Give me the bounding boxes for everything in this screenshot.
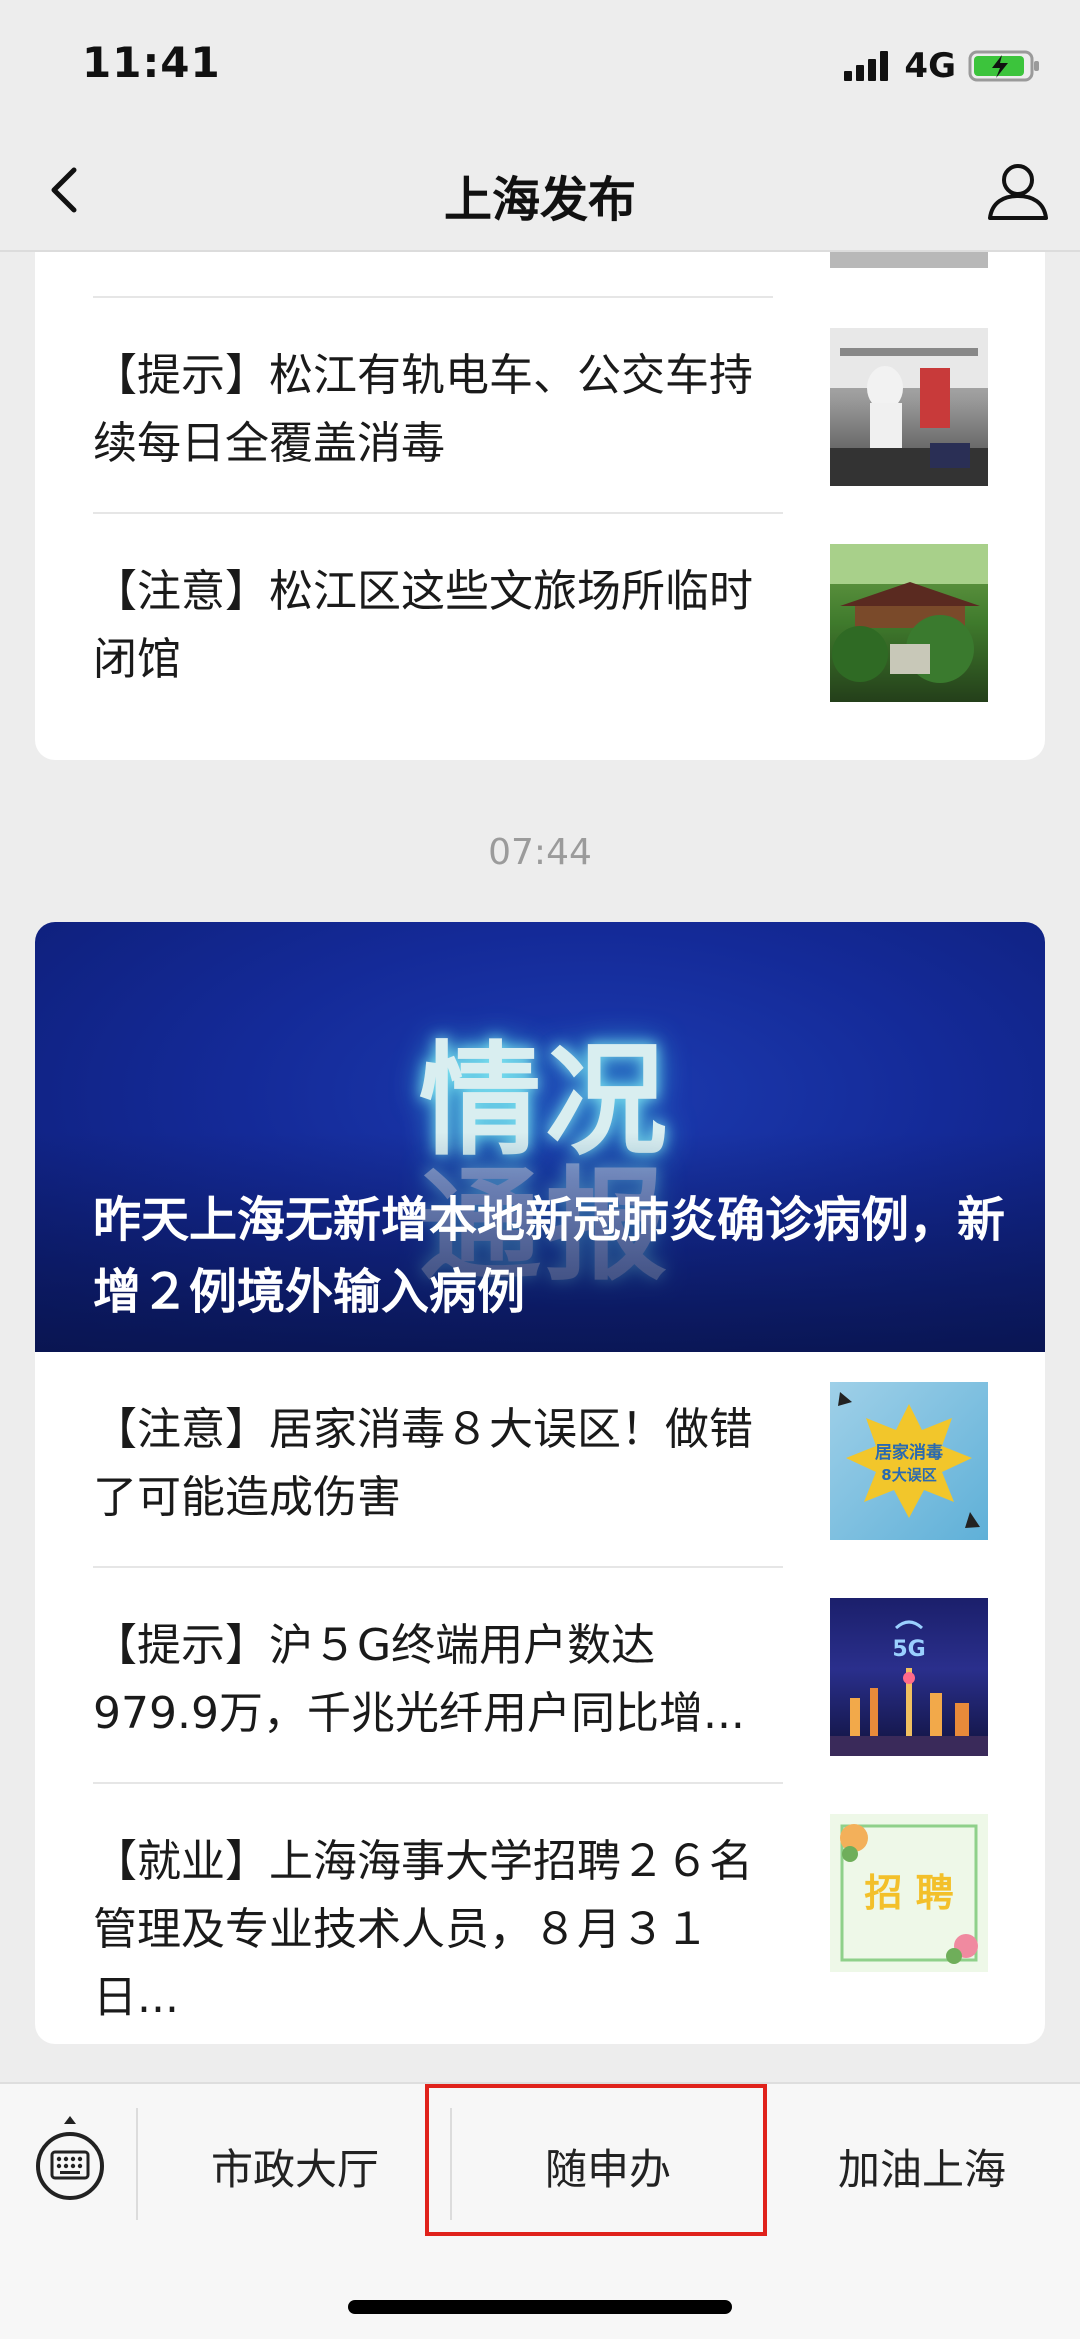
menu-item-municipal-hall[interactable]: 市政大厅	[140, 2136, 450, 2197]
article-card-previous: 【提示】松江有轨电车、公交车持续每日全覆盖消毒 【注意】松江区这些文旅场所临时闭…	[35, 200, 1045, 760]
nav-bar: 上海发布	[0, 130, 1080, 252]
svg-text:居家消毒: 居家消毒	[875, 1442, 943, 1463]
article-title: 【注意】居家消毒８大误区！做错了可能造成伤害	[93, 1404, 753, 1523]
status-time: 11:41	[82, 38, 221, 87]
status-indicators: 4G	[844, 44, 1040, 88]
svg-text:8大误区: 8大误区	[881, 1466, 936, 1484]
status-bar: 11:41 4G	[0, 0, 1080, 130]
page-title: 上海发布	[443, 172, 636, 228]
article-title: 【就业】上海海事大学招聘２６名管理及专业技术人员，８月３１日...	[93, 1836, 753, 2023]
keyboard-icon[interactable]	[32, 2114, 108, 2214]
article-item[interactable]: 【提示】松江有轨电车、公交车持续每日全覆盖消毒	[35, 298, 1045, 514]
article-item[interactable]: 【提示】沪５G终端用户数达979.9万，千兆光纤用户同比增... 5G	[35, 1568, 1045, 1784]
article-title: 【提示】沪５G终端用户数达979.9万，千兆光纤用户同比增...	[93, 1620, 745, 1739]
5g-cityscape-thumbnail: 5G	[830, 1598, 988, 1756]
divider	[136, 2108, 138, 2220]
recruit-graphic-thumbnail: 招 聘	[830, 1814, 988, 1972]
article-item[interactable]: 【注意】居家消毒８大误区！做错了可能造成伤害 居家消毒 8大误区	[35, 1352, 1045, 1568]
highlight-box	[425, 2084, 767, 2236]
article-item[interactable]: 【注意】松江区这些文旅场所临时闭馆	[35, 514, 1045, 730]
menu-item-jiayou-shanghai[interactable]: 加油上海	[766, 2136, 1078, 2197]
app-screen: 11:41 4G 上海发布 【提示】松江有轨电车、公交车持续每日全覆盖消毒 【注…	[0, 0, 1080, 2339]
svg-text:5G: 5G	[892, 1637, 925, 1662]
featured-title: 昨天上海无新增本地新冠肺炎确诊病例，新增２例境外输入病例	[93, 1192, 1006, 1320]
article-title: 【提示】松江有轨电车、公交车持续每日全覆盖消毒	[93, 350, 753, 469]
tram-photo-thumbnail	[830, 328, 988, 486]
network-label: 4G	[904, 46, 956, 86]
article-title: 【注意】松江区这些文旅场所临时闭馆	[93, 566, 753, 685]
battery-icon	[968, 50, 1039, 82]
article-card-latest: 情况 通报 昨天上海无新增本地新冠肺炎确诊病例，新增２例境外输入病例 【注意】居…	[35, 922, 1045, 2044]
user-icon[interactable]	[984, 156, 1052, 224]
message-timestamp: 07:44	[488, 832, 592, 873]
home-indicator[interactable]	[348, 2300, 732, 2314]
svg-text:招 聘: 招 聘	[864, 1871, 953, 1915]
disinfect-graphic-thumbnail: 居家消毒 8大误区	[830, 1382, 988, 1540]
featured-banner[interactable]: 情况 通报 昨天上海无新增本地新冠肺炎确诊病例，新增２例境外输入病例	[35, 922, 1045, 1352]
partial-thumbnail	[830, 250, 988, 268]
signal-icon	[844, 51, 892, 81]
article-item[interactable]: 【就业】上海海事大学招聘２６名管理及专业技术人员，８月３１日... 招 聘	[35, 1784, 1045, 2023]
garden-photo-thumbnail	[830, 544, 988, 702]
